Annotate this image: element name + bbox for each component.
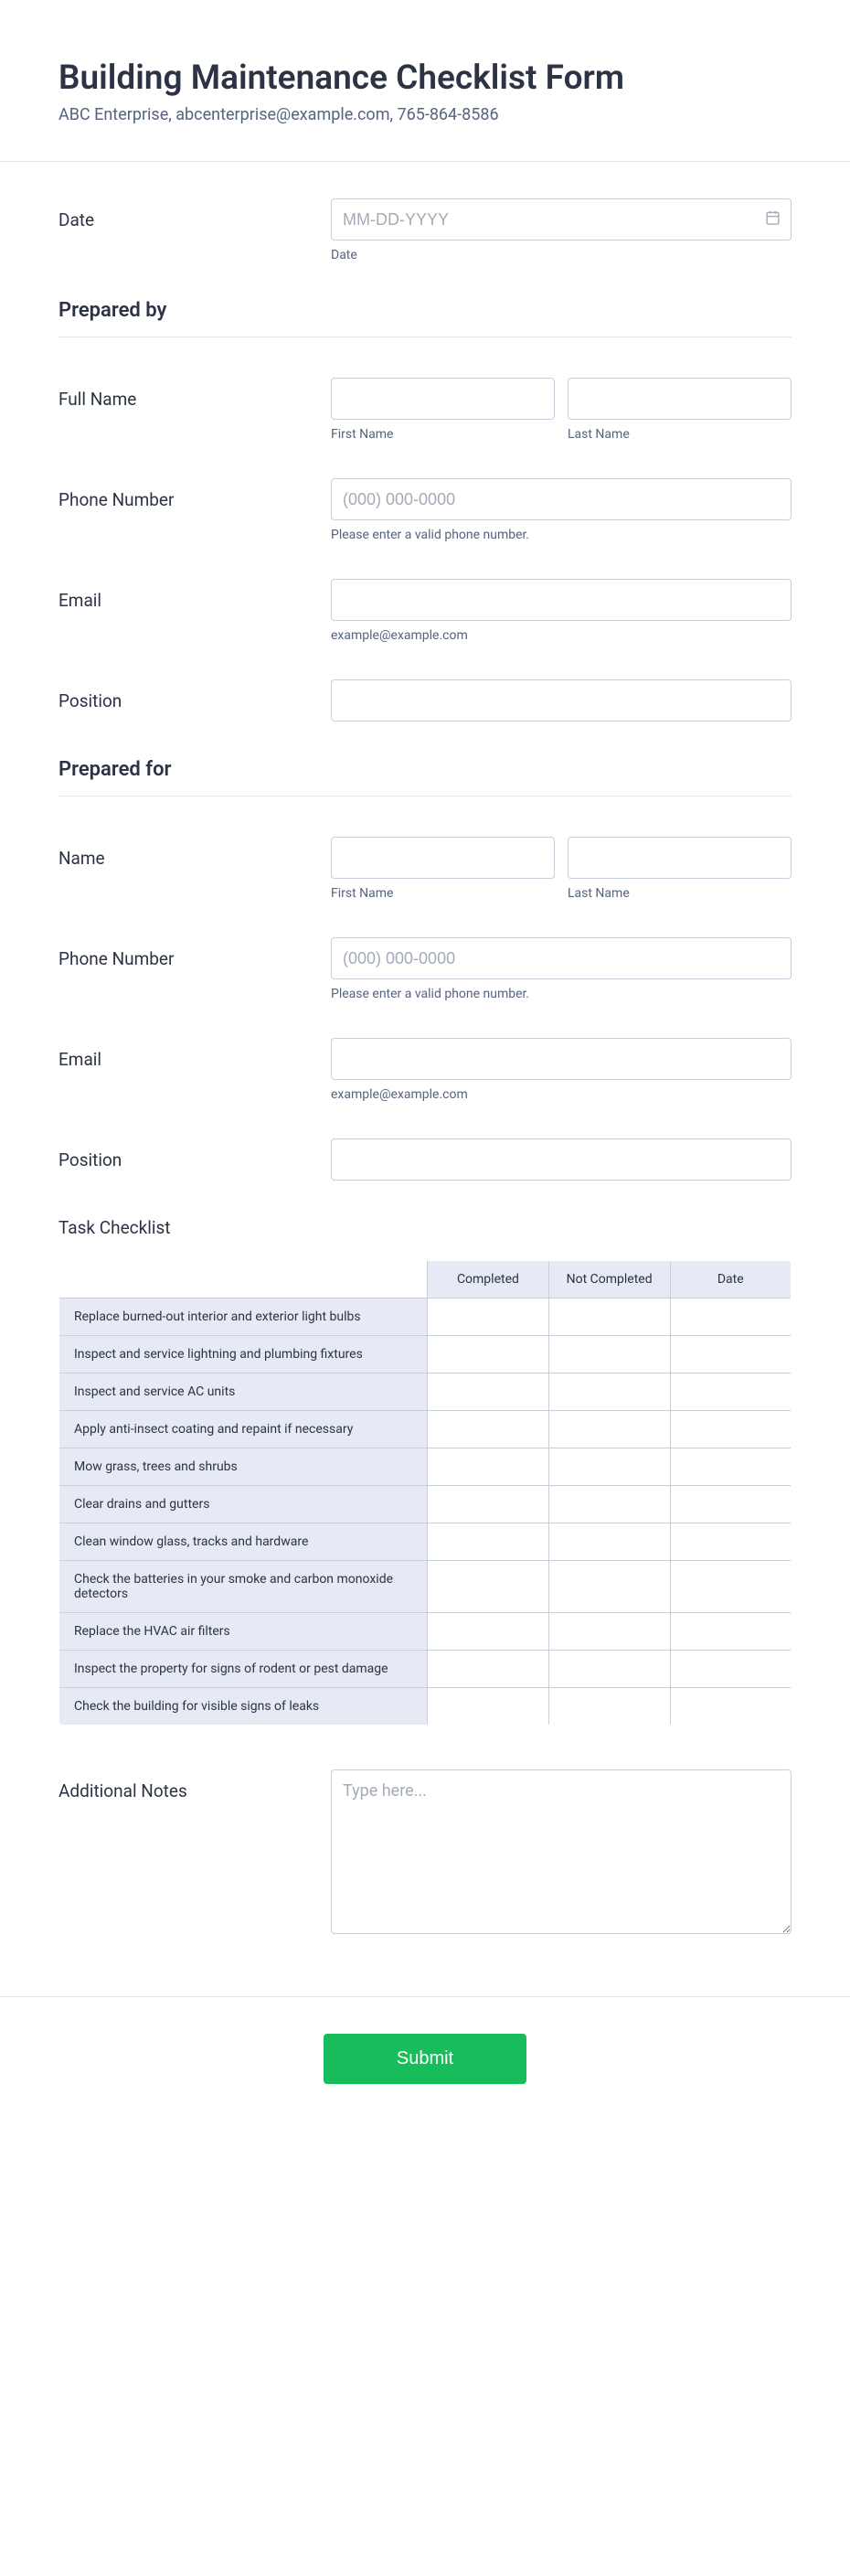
for-email-sublabel: example@example.com (331, 1087, 792, 1102)
task-label: Apply anti-insect coating and repaint if… (59, 1411, 428, 1448)
task-cell[interactable] (670, 1651, 792, 1688)
email-sublabel: example@example.com (331, 628, 792, 643)
task-label: Inspect and service lightning and plumbi… (59, 1336, 428, 1374)
task-cell[interactable] (548, 1523, 670, 1561)
task-cell[interactable] (670, 1688, 792, 1726)
task-cell[interactable] (428, 1561, 549, 1613)
table-row: Check the building for visible signs of … (59, 1688, 792, 1726)
form-header: Building Maintenance Checklist Form ABC … (0, 0, 850, 161)
table-row: Mow grass, trees and shrubs (59, 1448, 792, 1486)
col-completed: Completed (428, 1261, 549, 1299)
prepared-for-heading: Prepared for (58, 758, 792, 781)
task-cell[interactable] (428, 1374, 549, 1411)
page-subtitle: ABC Enterprise, abcenterprise@example.co… (58, 105, 792, 124)
task-cell[interactable] (670, 1448, 792, 1486)
for-email-input[interactable] (331, 1038, 792, 1080)
name-label: Name (58, 837, 331, 901)
task-label: Mow grass, trees and shrubs (59, 1448, 428, 1486)
task-cell[interactable] (428, 1688, 549, 1726)
checklist-table: Completed Not Completed Date Replace bur… (58, 1260, 792, 1726)
task-cell[interactable] (670, 1299, 792, 1336)
task-col-header (59, 1261, 428, 1299)
date-input[interactable] (331, 198, 792, 240)
task-label: Replace burned-out interior and exterior… (59, 1299, 428, 1336)
notes-textarea[interactable] (331, 1769, 792, 1934)
task-cell[interactable] (428, 1613, 549, 1651)
full-name-label: Full Name (58, 378, 331, 442)
position-label: Position (58, 679, 331, 721)
email-input[interactable] (331, 579, 792, 621)
table-row: Inspect and service lightning and plumbi… (59, 1336, 792, 1374)
last-name-input[interactable] (568, 378, 792, 420)
col-date: Date (670, 1261, 792, 1299)
task-cell[interactable] (548, 1486, 670, 1523)
email-label: Email (58, 579, 331, 643)
task-label: Inspect and service AC units (59, 1374, 428, 1411)
date-label: Date (58, 198, 331, 262)
for-last-name-input[interactable] (568, 837, 792, 879)
task-cell[interactable] (428, 1651, 549, 1688)
first-name-input[interactable] (331, 378, 555, 420)
for-phone-sublabel: Please enter a valid phone number. (331, 987, 792, 1001)
prepared-by-heading: Prepared by (58, 299, 792, 322)
task-label: Replace the HVAC air filters (59, 1613, 428, 1651)
task-cell[interactable] (428, 1523, 549, 1561)
task-cell[interactable] (548, 1299, 670, 1336)
task-cell[interactable] (548, 1613, 670, 1651)
task-cell[interactable] (670, 1411, 792, 1448)
for-first-name-sublabel: First Name (331, 886, 555, 901)
table-row: Check the batteries in your smoke and ca… (59, 1561, 792, 1613)
task-cell[interactable] (670, 1486, 792, 1523)
table-row: Completed Not Completed Date (59, 1261, 792, 1299)
task-cell[interactable] (548, 1448, 670, 1486)
checklist-heading: Task Checklist (58, 1217, 792, 1238)
first-name-sublabel: First Name (331, 427, 555, 442)
table-row: Clean window glass, tracks and hardware (59, 1523, 792, 1561)
task-cell[interactable] (428, 1411, 549, 1448)
for-first-name-input[interactable] (331, 837, 555, 879)
task-label: Inspect the property for signs of rodent… (59, 1651, 428, 1688)
for-email-label: Email (58, 1038, 331, 1102)
for-position-input[interactable] (331, 1138, 792, 1181)
task-label: Clean window glass, tracks and hardware (59, 1523, 428, 1561)
task-cell[interactable] (548, 1411, 670, 1448)
table-row: Apply anti-insect coating and repaint if… (59, 1411, 792, 1448)
task-cell[interactable] (670, 1374, 792, 1411)
task-cell[interactable] (428, 1486, 549, 1523)
phone-input[interactable] (331, 478, 792, 520)
task-cell[interactable] (548, 1651, 670, 1688)
task-cell[interactable] (428, 1448, 549, 1486)
for-phone-label: Phone Number (58, 937, 331, 1001)
for-phone-input[interactable] (331, 937, 792, 979)
for-position-label: Position (58, 1138, 331, 1181)
phone-sublabel: Please enter a valid phone number. (331, 528, 792, 542)
table-row: Replace the HVAC air filters (59, 1613, 792, 1651)
page-title: Building Maintenance Checklist Form (58, 59, 792, 98)
date-sublabel: Date (331, 248, 792, 262)
col-not-completed: Not Completed (548, 1261, 670, 1299)
task-cell[interactable] (548, 1561, 670, 1613)
task-cell[interactable] (670, 1613, 792, 1651)
table-row: Inspect the property for signs of rodent… (59, 1651, 792, 1688)
table-row: Inspect and service AC units (59, 1374, 792, 1411)
task-cell[interactable] (670, 1336, 792, 1374)
task-label: Check the building for visible signs of … (59, 1688, 428, 1726)
task-cell[interactable] (428, 1299, 549, 1336)
task-label: Clear drains and gutters (59, 1486, 428, 1523)
position-input[interactable] (331, 679, 792, 721)
task-cell[interactable] (428, 1336, 549, 1374)
table-row: Clear drains and gutters (59, 1486, 792, 1523)
notes-label: Additional Notes (58, 1769, 331, 1938)
task-label: Check the batteries in your smoke and ca… (59, 1561, 428, 1613)
task-cell[interactable] (548, 1374, 670, 1411)
task-cell[interactable] (670, 1523, 792, 1561)
phone-label: Phone Number (58, 478, 331, 542)
table-row: Replace burned-out interior and exterior… (59, 1299, 792, 1336)
last-name-sublabel: Last Name (568, 427, 792, 442)
task-cell[interactable] (548, 1688, 670, 1726)
task-cell[interactable] (670, 1561, 792, 1613)
submit-button[interactable]: Submit (324, 2034, 526, 2084)
for-last-name-sublabel: Last Name (568, 886, 792, 901)
task-cell[interactable] (548, 1336, 670, 1374)
